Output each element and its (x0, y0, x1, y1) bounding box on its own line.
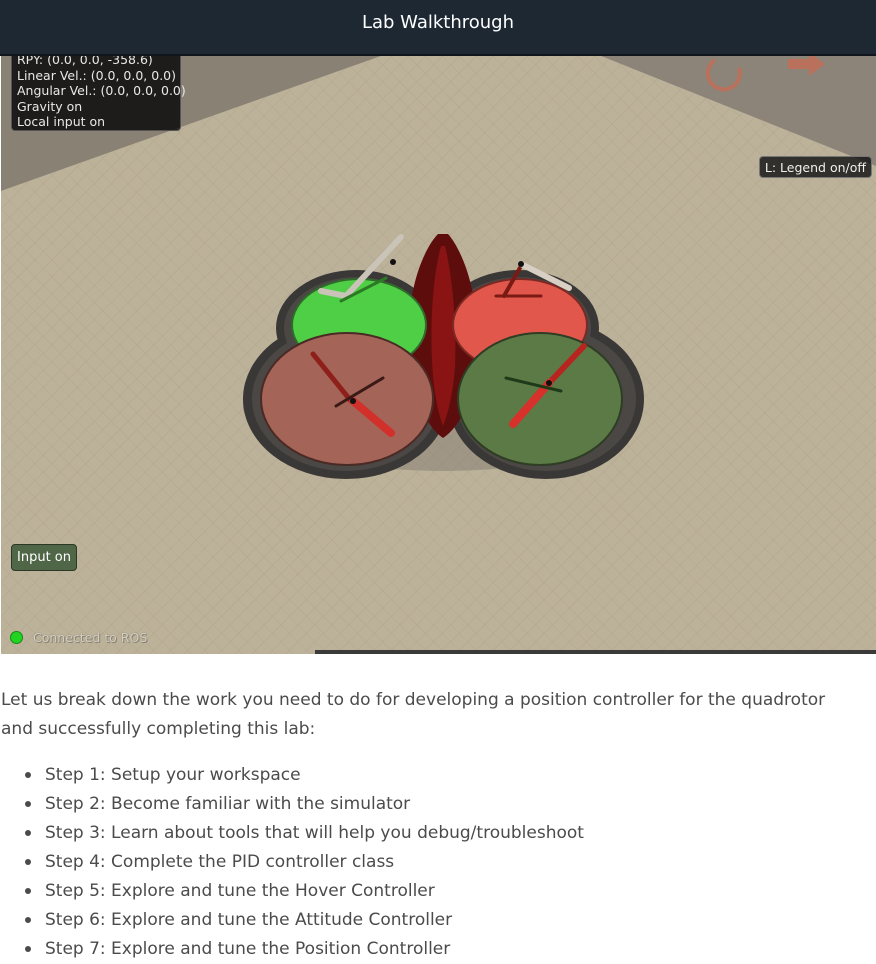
floor-edge (315, 650, 876, 654)
step-text: Step 4: Complete the PID controller clas… (45, 852, 395, 872)
walkthrough-content: Let us break down the work you need to d… (1, 686, 861, 964)
page-header: Lab Walkthrough (0, 0, 876, 56)
linear-velocity-readout: Linear Vel.: (0.0, 0.0, 0.0) (17, 67, 177, 83)
simulator-viewport[interactable]: RPY: (0.0, 0.0, -358.6) Linear Vel.: (0.… (1, 56, 876, 654)
bullet-icon (25, 772, 31, 778)
bullet-icon (25, 859, 31, 865)
gravity-status: Gravity on (17, 98, 83, 114)
stats-panel: RPY: (0.0, 0.0, -358.6) Linear Vel.: (0.… (11, 56, 186, 131)
bullet-icon (25, 830, 31, 836)
legend-toggle-button[interactable]: L: Legend on/off (758, 156, 872, 178)
list-item: Step 4: Complete the PID controller clas… (1, 848, 861, 877)
status-dot-icon (10, 630, 23, 644)
bullet-icon (25, 888, 31, 894)
local-input-status: Local input on (17, 114, 106, 129)
step-text: Step 6: Explore and tune the Attitude Co… (45, 910, 453, 930)
step-text: Step 7: Explore and tune the Position Co… (45, 939, 451, 959)
step-text: Step 5: Explore and tune the Hover Contr… (45, 881, 435, 901)
page-title: Lab Walkthrough (361, 12, 515, 33)
bullet-icon (25, 801, 31, 807)
input-toggle-button[interactable]: Input on (11, 544, 77, 571)
list-item: Step 6: Explore and tune the Attitude Co… (1, 906, 861, 935)
step-text: Step 1: Setup your workspace (45, 765, 301, 785)
ros-status-label: Connected to ROS (33, 629, 148, 645)
list-item: Step 3: Learn about tools that will help… (1, 819, 861, 848)
list-item: Step 7: Explore and tune the Position Co… (1, 935, 861, 964)
intro-paragraph: Let us break down the work you need to d… (1, 690, 826, 739)
rpy-readout: RPY: (0.0, 0.0, -358.6) (17, 56, 153, 67)
ros-connection-status: Connected to ROS (10, 629, 147, 645)
list-item: Step 5: Explore and tune the Hover Contr… (1, 877, 861, 906)
steps-list: Step 1: Setup your workspace Step 2: Bec… (1, 761, 861, 964)
bullet-icon (25, 917, 31, 923)
step-text: Step 3: Learn about tools that will help… (45, 823, 584, 843)
bullet-icon (25, 946, 31, 952)
simulator-scene[interactable] (1, 56, 876, 654)
angular-velocity-readout: Angular Vel.: (0.0, 0.0, 0.0) (17, 83, 186, 98)
step-text: Step 2: Become familiar with the simulat… (45, 794, 411, 814)
list-item: Step 1: Setup your workspace (1, 761, 861, 790)
list-item: Step 2: Become familiar with the simulat… (1, 790, 861, 819)
